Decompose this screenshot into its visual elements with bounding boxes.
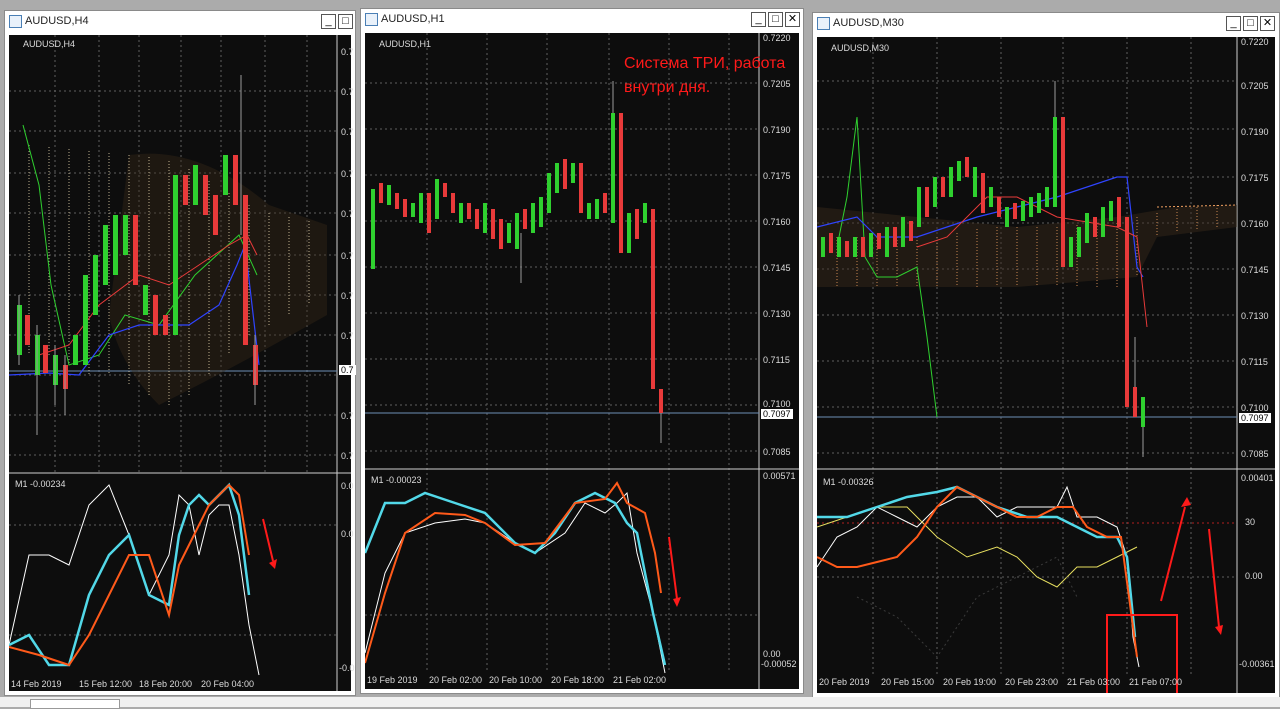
- time-label: 20 Feb 2019: [819, 677, 870, 687]
- price-label: 0.7: [341, 251, 354, 261]
- minimize-button[interactable]: _: [1226, 16, 1241, 31]
- price-label: 0.7: [341, 47, 354, 57]
- h4-chart-svg: [9, 35, 351, 691]
- price-label: 0.7: [341, 291, 354, 301]
- chart-symbol-label: AUDUSD,H1: [379, 39, 432, 49]
- window-titlebar[interactable]: AUDUSD,H4 _ □: [5, 11, 355, 31]
- price-chart-area[interactable]: AUDUSD,H4 M1 -0.00234 0.7 0.7 0.7 0.7 0.…: [9, 35, 356, 691]
- price-label: 0.7085: [1241, 449, 1269, 459]
- price-label: 0.7220: [1241, 37, 1269, 47]
- osc-label: -0.0: [339, 663, 355, 673]
- maximize-button[interactable]: □: [1243, 16, 1258, 31]
- price-label: 0.7145: [763, 263, 791, 273]
- price-chart-area[interactable]: AUDUSD,H1 M1 -0.00023 0.7220 0.7205 0.71…: [365, 33, 799, 689]
- price-label: 0.7115: [1241, 357, 1268, 367]
- osc-label: 0.00: [763, 649, 781, 659]
- price-label: 0.7160: [763, 217, 791, 227]
- chart-tab[interactable]: [30, 699, 120, 709]
- indicator-label: M1 -0.00023: [371, 475, 422, 485]
- chart-window-h1[interactable]: AUDUSD,H1 _ □ ✕ AUDUSD,H1 M1 -0.00023 0.…: [360, 8, 804, 694]
- time-label: 21 Feb 02:00: [613, 675, 667, 685]
- window-title: AUDUSD,H1: [381, 13, 445, 25]
- price-label: 0.7160: [1241, 219, 1269, 229]
- annotation-text: Система ТРИ, работа внутри дня.: [624, 52, 785, 100]
- minimize-button[interactable]: _: [751, 12, 766, 27]
- osc-label: 30: [1245, 517, 1256, 527]
- time-label: 21 Feb 07:00: [1129, 677, 1183, 687]
- osc-label: 0.00401: [1241, 473, 1274, 483]
- time-label: 14 Feb 2019: [11, 679, 62, 689]
- time-label: 21 Feb 03:00: [1067, 677, 1121, 687]
- indicator-label: M1 -0.00326: [823, 477, 874, 487]
- time-label: 19 Feb 2019: [367, 675, 418, 685]
- osc-label: 0.00571: [763, 471, 796, 481]
- time-label: 20 Feb 19:00: [943, 677, 997, 687]
- osc-label: -0.00052: [761, 659, 797, 669]
- price-label: 0.7190: [763, 125, 791, 135]
- time-label: 20 Feb 18:00: [551, 675, 605, 685]
- price-label: 0.7130: [763, 309, 791, 319]
- price-chart-area[interactable]: AUDUSD,M30 M1 -0.00326 0.7220 0.7205 0.7…: [817, 37, 1275, 693]
- annotation-line-1: Система ТРИ, работа: [624, 55, 786, 72]
- chart-window-icon: [817, 17, 830, 30]
- price-label: 0.7: [341, 209, 354, 219]
- price-label: 0.7205: [1241, 81, 1269, 91]
- price-label: 0.7130: [1241, 311, 1269, 321]
- annotation-line-2: внутри дня.: [624, 79, 711, 96]
- window-titlebar[interactable]: AUDUSD,H1 _ □ ✕: [361, 9, 803, 29]
- price-label: 0.7: [341, 87, 354, 97]
- maximize-button[interactable]: □: [338, 14, 353, 29]
- status-bar: [0, 697, 1280, 709]
- chart-symbol-label: AUDUSD,H4: [23, 39, 76, 49]
- window-title: AUDUSD,H4: [25, 15, 89, 27]
- h1-chart-svg: [365, 33, 799, 689]
- price-label: 0.7115: [763, 355, 790, 365]
- time-label: 20 Feb 15:00: [881, 677, 935, 687]
- price-label: 0.7: [341, 411, 354, 421]
- price-label: 0.7190: [1241, 127, 1269, 137]
- current-price-label: 0.7097: [761, 409, 793, 419]
- h1-candles: [371, 113, 663, 413]
- osc-label: -0.00361: [1239, 659, 1275, 669]
- time-label: 20 Feb 02:00: [429, 675, 483, 685]
- price-label: 0.7: [341, 127, 354, 137]
- close-button[interactable]: ✕: [1260, 16, 1275, 31]
- chart-window-m30[interactable]: AUDUSD,M30 _ □ ✕ AUDUSD,M30 M1 -0.00326 …: [812, 12, 1280, 698]
- price-label: 0.7175: [1241, 173, 1269, 183]
- osc-label: 0.0: [341, 481, 354, 491]
- price-label: 0.7: [341, 169, 354, 179]
- chart-window-icon: [365, 13, 378, 26]
- osc-label: 0.0: [341, 529, 354, 539]
- current-price-label: 0.7: [339, 365, 356, 375]
- indicator-label: M1 -0.00234: [15, 479, 66, 489]
- window-title: AUDUSD,M30: [833, 17, 904, 29]
- current-price-label: 0.7097: [1239, 413, 1271, 423]
- time-label: 20 Feb 23:00: [1005, 677, 1059, 687]
- price-label: 0.7175: [763, 171, 791, 181]
- chart-window-h4[interactable]: AUDUSD,H4 _ □ AUDUSD,H4 M1 -0.00234 0.7 …: [4, 10, 356, 696]
- time-label: 20 Feb 10:00: [489, 675, 543, 685]
- chart-window-icon: [9, 15, 22, 28]
- maximize-button[interactable]: □: [768, 12, 783, 27]
- time-label: 20 Feb 04:00: [201, 679, 255, 689]
- price-label: 0.7: [341, 331, 354, 341]
- chart-symbol-label: AUDUSD,M30: [831, 43, 890, 53]
- time-label: 15 Feb 12:00: [79, 679, 133, 689]
- window-titlebar[interactable]: AUDUSD,M30 _ □ ✕: [813, 13, 1279, 33]
- m30-chart-svg: [817, 37, 1275, 693]
- osc-label: 0.00: [1245, 571, 1263, 581]
- close-button[interactable]: ✕: [785, 12, 800, 27]
- time-label: 18 Feb 20:00: [139, 679, 193, 689]
- minimize-button[interactable]: _: [321, 14, 336, 29]
- price-label: 0.7100: [763, 399, 791, 409]
- price-label: 0.7145: [1241, 265, 1269, 275]
- price-label: 0.7100: [1241, 403, 1269, 413]
- price-label: 0.7085: [763, 447, 791, 457]
- price-label: 0.7220: [763, 33, 791, 43]
- price-label: 0.7: [341, 451, 354, 461]
